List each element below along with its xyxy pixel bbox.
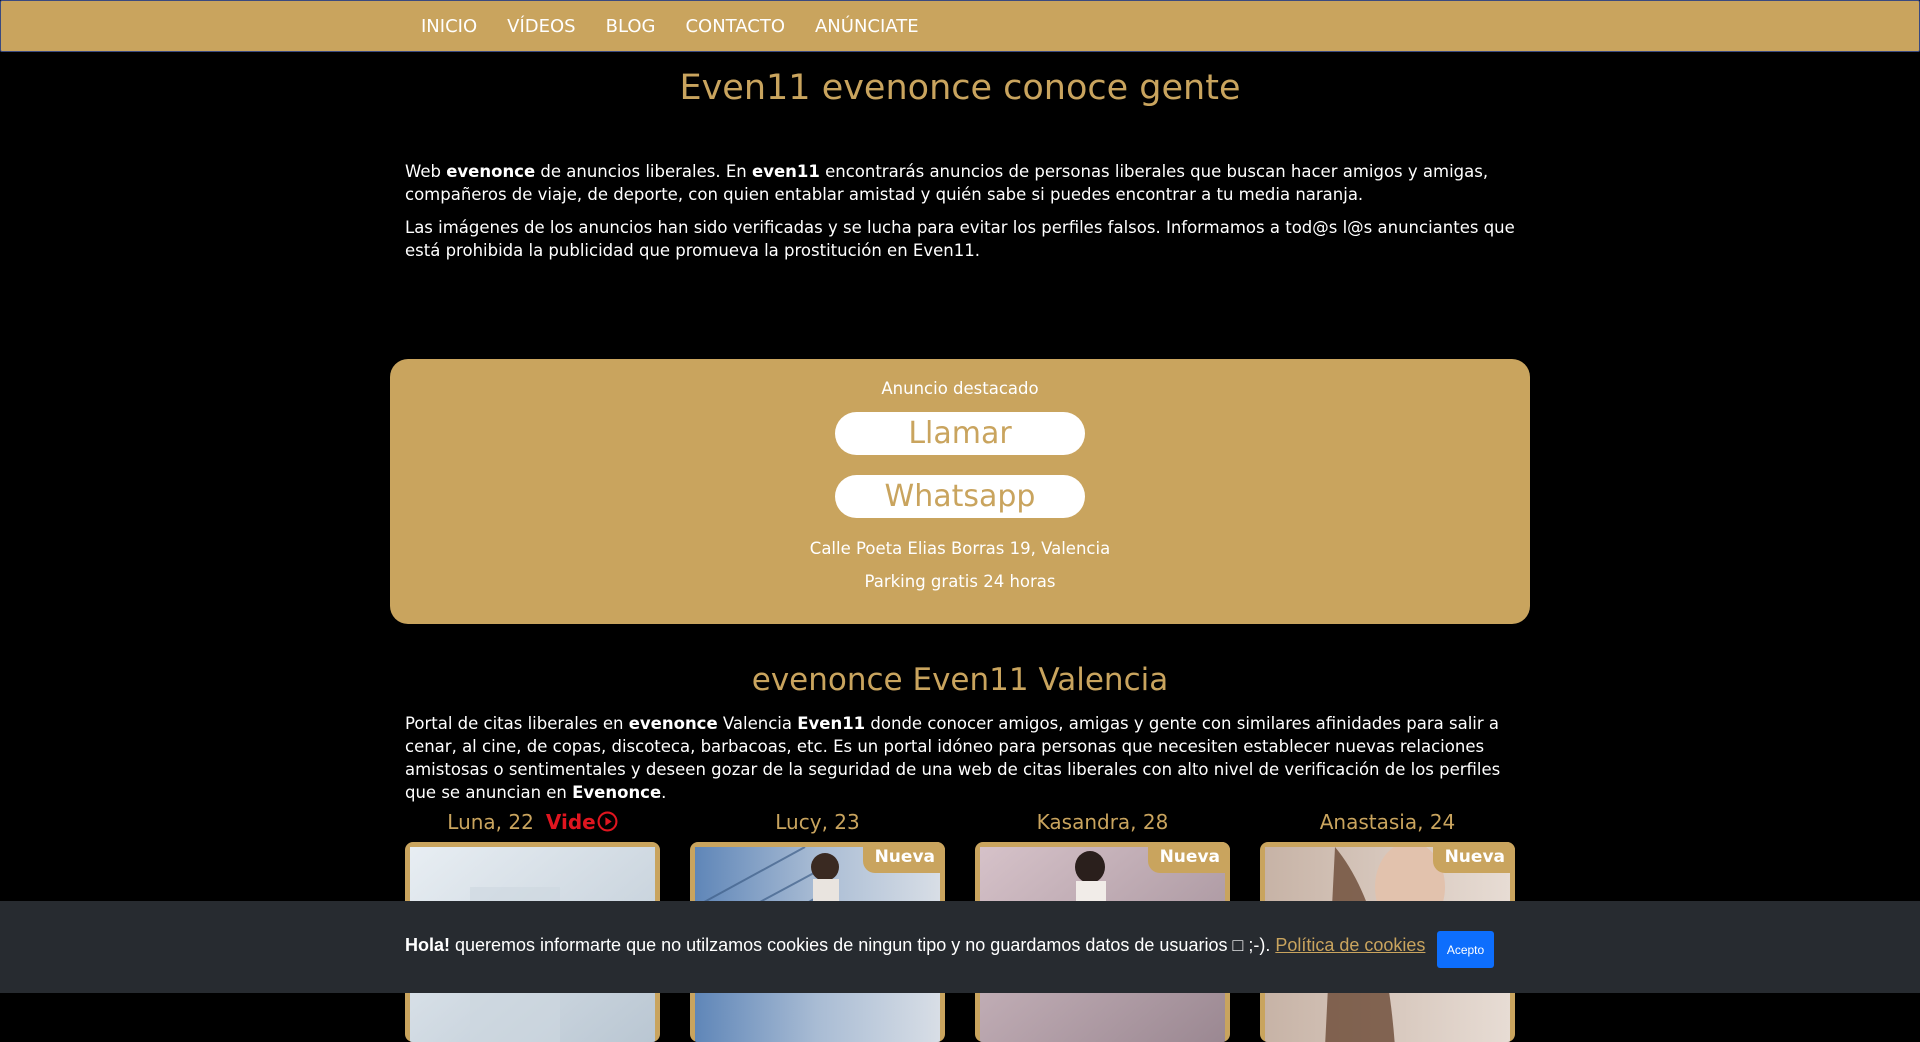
call-button[interactable]: Llamar — [835, 412, 1085, 455]
new-badge: Nueva — [1432, 842, 1515, 873]
accept-cookies-button[interactable]: Acepto — [1437, 931, 1494, 968]
desc-text-span: Portal de citas liberales en — [405, 714, 629, 733]
profile-card[interactable]: Luna, 22 Vide — [405, 808, 660, 1042]
cookie-policy-link[interactable]: Política de cookies — [1275, 935, 1425, 955]
cookie-bar: Hola! queremos informarte que no utilzam… — [0, 901, 1920, 993]
play-icon — [597, 811, 618, 832]
intro-text: Web evenonce de anuncios liberales. En e… — [405, 160, 1515, 272]
intro-paragraph-1: Web evenonce de anuncios liberales. En e… — [405, 160, 1515, 206]
desc-bold-even11: Even11 — [797, 714, 866, 733]
new-badge: Nueva — [862, 842, 945, 873]
profile-card[interactable]: Anastasia, 24 Nueva — [1260, 808, 1515, 1042]
desc-bold-evenonce: evenonce — [628, 714, 718, 733]
featured-parking: Parking gratis 24 horas — [864, 572, 1056, 591]
profile-card[interactable]: Kasandra, 28 Nueva — [975, 808, 1230, 1042]
intro-paragraph-2: Las imágenes de los anuncios han sido ve… — [405, 218, 1515, 260]
profile-name: Luna, 22 — [447, 810, 534, 834]
intro-bold-even11: even11 — [752, 162, 820, 181]
nav-item-contacto[interactable]: CONTACTO — [685, 16, 785, 37]
page-title: Even11 evenonce conoce gente — [679, 68, 1241, 108]
desc-text-span: Valencia — [717, 714, 798, 733]
profile-card-name: Lucy, 23 — [775, 810, 860, 834]
video-tag[interactable]: Vide — [546, 810, 618, 834]
nav-links: INICIO VÍDEOS BLOG CONTACTO ANÚNCIATE — [421, 1, 949, 51]
featured-address: Calle Poeta Elias Borras 19, Valencia — [809, 539, 1111, 558]
featured-ad-label: Anuncio destacado — [881, 379, 1039, 398]
featured-ad-panel: Anuncio destacado Llamar Whatsapp Calle … — [390, 359, 1530, 624]
nav-item-videos[interactable]: VÍDEOS — [507, 16, 575, 37]
desc-text-span: . — [661, 783, 667, 802]
section-title: evenonce Even11 Valencia — [751, 662, 1169, 698]
profile-card-name: Kasandra, 28 — [1036, 810, 1169, 834]
intro-text-span: Web — [405, 162, 447, 181]
video-label: Vide — [545, 810, 596, 834]
profile-card-name: Anastasia, 24 — [1319, 810, 1456, 834]
intro-bold-evenonce: evenonce — [446, 162, 536, 181]
intro-text-span: de anuncios liberales. En — [535, 162, 752, 181]
nav-item-anunciate[interactable]: ANÚNCIATE — [815, 16, 919, 37]
whatsapp-button[interactable]: Whatsapp — [835, 475, 1085, 518]
nav-item-blog[interactable]: BLOG — [606, 16, 656, 37]
profile-card[interactable]: Lucy, 23 Nueva — [690, 808, 945, 1042]
section-description: Portal de citas liberales en evenonce Va… — [405, 712, 1515, 804]
nav-item-inicio[interactable]: INICIO — [421, 16, 477, 37]
desc-bold-evenonce-2: Evenonce — [572, 783, 662, 802]
top-navbar: INICIO VÍDEOS BLOG CONTACTO ANÚNCIATE — [0, 0, 1920, 52]
cookie-message: Hola! queremos informarte que no utilzam… — [405, 935, 1425, 956]
cookie-greeting: Hola! — [405, 935, 450, 955]
new-badge: Nueva — [1147, 842, 1230, 873]
profile-card-name: Luna, 22 Vide — [405, 808, 660, 836]
cookie-text: queremos informarte que no utilzamos coo… — [450, 935, 1276, 955]
